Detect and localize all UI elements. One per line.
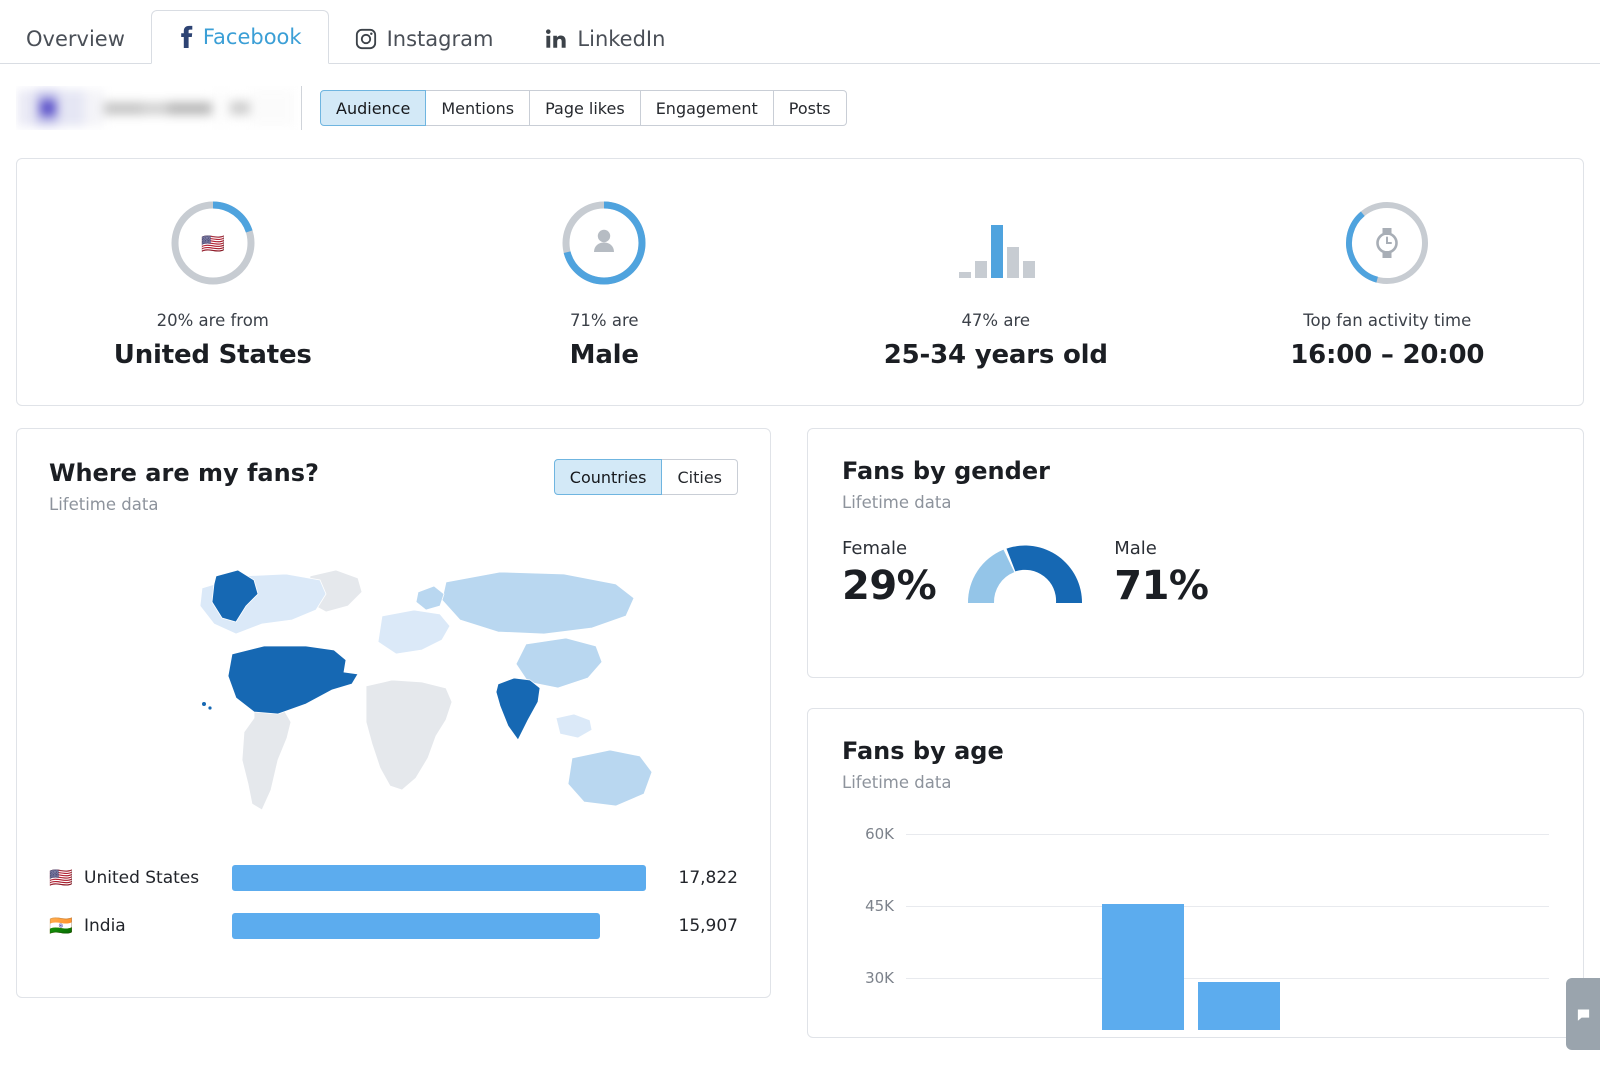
ytick-45k: 45K — [842, 897, 894, 915]
map-toggle-countries-label: Countries — [570, 468, 647, 487]
facebook-icon — [178, 25, 193, 49]
kpi-top-activity-time-sub: Top fan activity time — [1303, 311, 1471, 330]
lower-panels: Where are my fans? Lifetime data Countri… — [0, 406, 1600, 1038]
donut-gender — [559, 195, 649, 291]
watch-icon — [1378, 228, 1397, 258]
age-bars-group — [912, 820, 1549, 1030]
kpi-top-age-sub: 47% are — [961, 311, 1030, 330]
account-name-redacted — [18, 90, 294, 126]
kpi-top-activity-time: Top fan activity time 16:00 – 20:00 — [1192, 195, 1584, 370]
tab-overview[interactable]: Overview — [0, 15, 151, 63]
section-tab-audience-label: Audience — [336, 99, 410, 118]
gender-semicircle-gauge — [962, 539, 1088, 609]
country-name: United States — [84, 868, 232, 888]
country-bar-track — [232, 865, 646, 891]
world-choropleth-map[interactable] — [49, 536, 738, 836]
gender-panel-subtitle: Lifetime data — [842, 493, 1549, 512]
tab-linkedin-label: LinkedIn — [577, 27, 665, 51]
map-toggle-countries[interactable]: Countries — [554, 459, 663, 495]
where-are-my-fans-card: Where are my fans? Lifetime data Countri… — [16, 428, 771, 998]
country-value: 17,822 — [646, 868, 738, 888]
instagram-icon — [355, 28, 377, 50]
map-column: Where are my fans? Lifetime data Countri… — [16, 428, 771, 1038]
section-tab-mentions-label: Mentions — [441, 99, 514, 118]
country-ranking-list: 🇺🇸 United States 17,822 🇮🇳 India 15,907 — [49, 854, 738, 950]
tab-linkedin[interactable]: LinkedIn — [519, 15, 691, 63]
fans-by-age-card: Fans by age Lifetime data 60K 45K 30K — [807, 708, 1584, 1038]
section-tab-page-likes[interactable]: Page likes — [530, 90, 641, 126]
ytick-30k: 30K — [842, 969, 894, 987]
tab-facebook-label: Facebook — [203, 25, 302, 49]
kpi-top-gender: 71% are Male — [409, 195, 801, 370]
kpi-top-gender-main: Male — [570, 340, 639, 370]
age-panel-subtitle: Lifetime data — [842, 773, 1549, 792]
map-panel-subtitle: Lifetime data — [49, 495, 319, 514]
section-tab-posts-label: Posts — [789, 99, 831, 118]
right-column: Fans by gender Lifetime data Female 29% … — [807, 428, 1584, 1038]
map-panel-header: Where are my fans? Lifetime data Countri… — [49, 459, 738, 514]
tab-facebook[interactable]: Facebook — [151, 10, 329, 64]
age-bar-25-34[interactable] — [1102, 904, 1184, 1030]
svg-text:🇺🇸: 🇺🇸 — [201, 233, 225, 255]
ytick-60k: 60K — [842, 825, 894, 843]
person-icon — [594, 229, 614, 251]
map-scope-toggle: Countries Cities — [554, 459, 738, 495]
tab-instagram-label: Instagram — [387, 27, 494, 51]
table-row[interactable]: 🇮🇳 India 15,907 — [49, 902, 738, 950]
gender-panel-title: Fans by gender — [842, 457, 1549, 485]
donut-country: 🇺🇸 — [168, 195, 258, 291]
section-tabs: Audience Mentions Page likes Engagement … — [320, 90, 847, 126]
tab-overview-label: Overview — [26, 27, 125, 51]
social-network-tabbar: Overview Facebook Instagram LinkedIn — [0, 0, 1600, 64]
map-panel-title: Where are my fans? — [49, 459, 319, 487]
kpi-summary-card: 🇺🇸 20% are from United States 71% are Ma… — [16, 158, 1584, 406]
country-name: India — [84, 916, 232, 936]
feedback-widget[interactable] — [1566, 978, 1600, 1050]
world-map-svg — [94, 536, 694, 836]
age-bar-chart[interactable]: 60K 45K 30K — [842, 820, 1549, 1030]
female-percent: 29% — [842, 563, 936, 609]
kpi-top-country-main: United States — [114, 340, 312, 370]
section-tab-audience[interactable]: Audience — [320, 90, 426, 126]
age-panel-title: Fans by age — [842, 737, 1549, 765]
map-toggle-cities-label: Cities — [677, 468, 722, 487]
kpi-top-gender-sub: 71% are — [570, 311, 639, 330]
male-percent: 71% — [1114, 563, 1208, 609]
kpi-top-country-sub: 20% are from — [157, 311, 269, 330]
bar-mini-icon — [951, 203, 1041, 283]
kpi-top-country: 🇺🇸 20% are from United States — [17, 195, 409, 370]
section-tab-posts[interactable]: Posts — [774, 90, 847, 126]
country-value: 15,907 — [646, 916, 738, 936]
section-tab-engagement[interactable]: Engagement — [641, 90, 774, 126]
fans-by-gender-card: Fans by gender Lifetime data Female 29% … — [807, 428, 1584, 678]
subnav-row: Audience Mentions Page likes Engagement … — [0, 64, 1600, 144]
minibars-age — [951, 195, 1041, 291]
kpi-top-age-main: 25-34 years old — [884, 340, 1108, 370]
section-tab-engagement-label: Engagement — [656, 99, 758, 118]
donut-activity-time — [1342, 195, 1432, 291]
section-tab-mentions[interactable]: Mentions — [426, 90, 530, 126]
female-label: Female — [842, 538, 936, 559]
gender-male-block: Male 71% — [1114, 538, 1208, 609]
gender-female-block: Female 29% — [842, 538, 936, 609]
kpi-top-age: 47% are 25-34 years old — [800, 195, 1192, 370]
tab-instagram[interactable]: Instagram — [329, 15, 520, 63]
map-toggle-cities[interactable]: Cities — [662, 459, 738, 495]
linkedin-icon — [545, 28, 567, 50]
in-flag-icon: 🇮🇳 — [49, 917, 73, 936]
country-bar — [232, 913, 600, 939]
kpi-top-activity-time-main: 16:00 – 20:00 — [1290, 340, 1484, 370]
male-label: Male — [1114, 538, 1208, 559]
age-bar-35-44[interactable] — [1198, 982, 1280, 1030]
table-row[interactable]: 🇺🇸 United States 17,822 — [49, 854, 738, 902]
section-tab-page-likes-label: Page likes — [545, 99, 625, 118]
account-selector[interactable] — [16, 86, 302, 130]
us-flag-icon: 🇺🇸 — [49, 869, 73, 888]
gender-gauge-row: Female 29% Male 71% — [842, 538, 1549, 609]
country-bar — [232, 865, 646, 891]
country-bar-track — [232, 913, 646, 939]
chat-bubble-icon — [1576, 1007, 1591, 1022]
